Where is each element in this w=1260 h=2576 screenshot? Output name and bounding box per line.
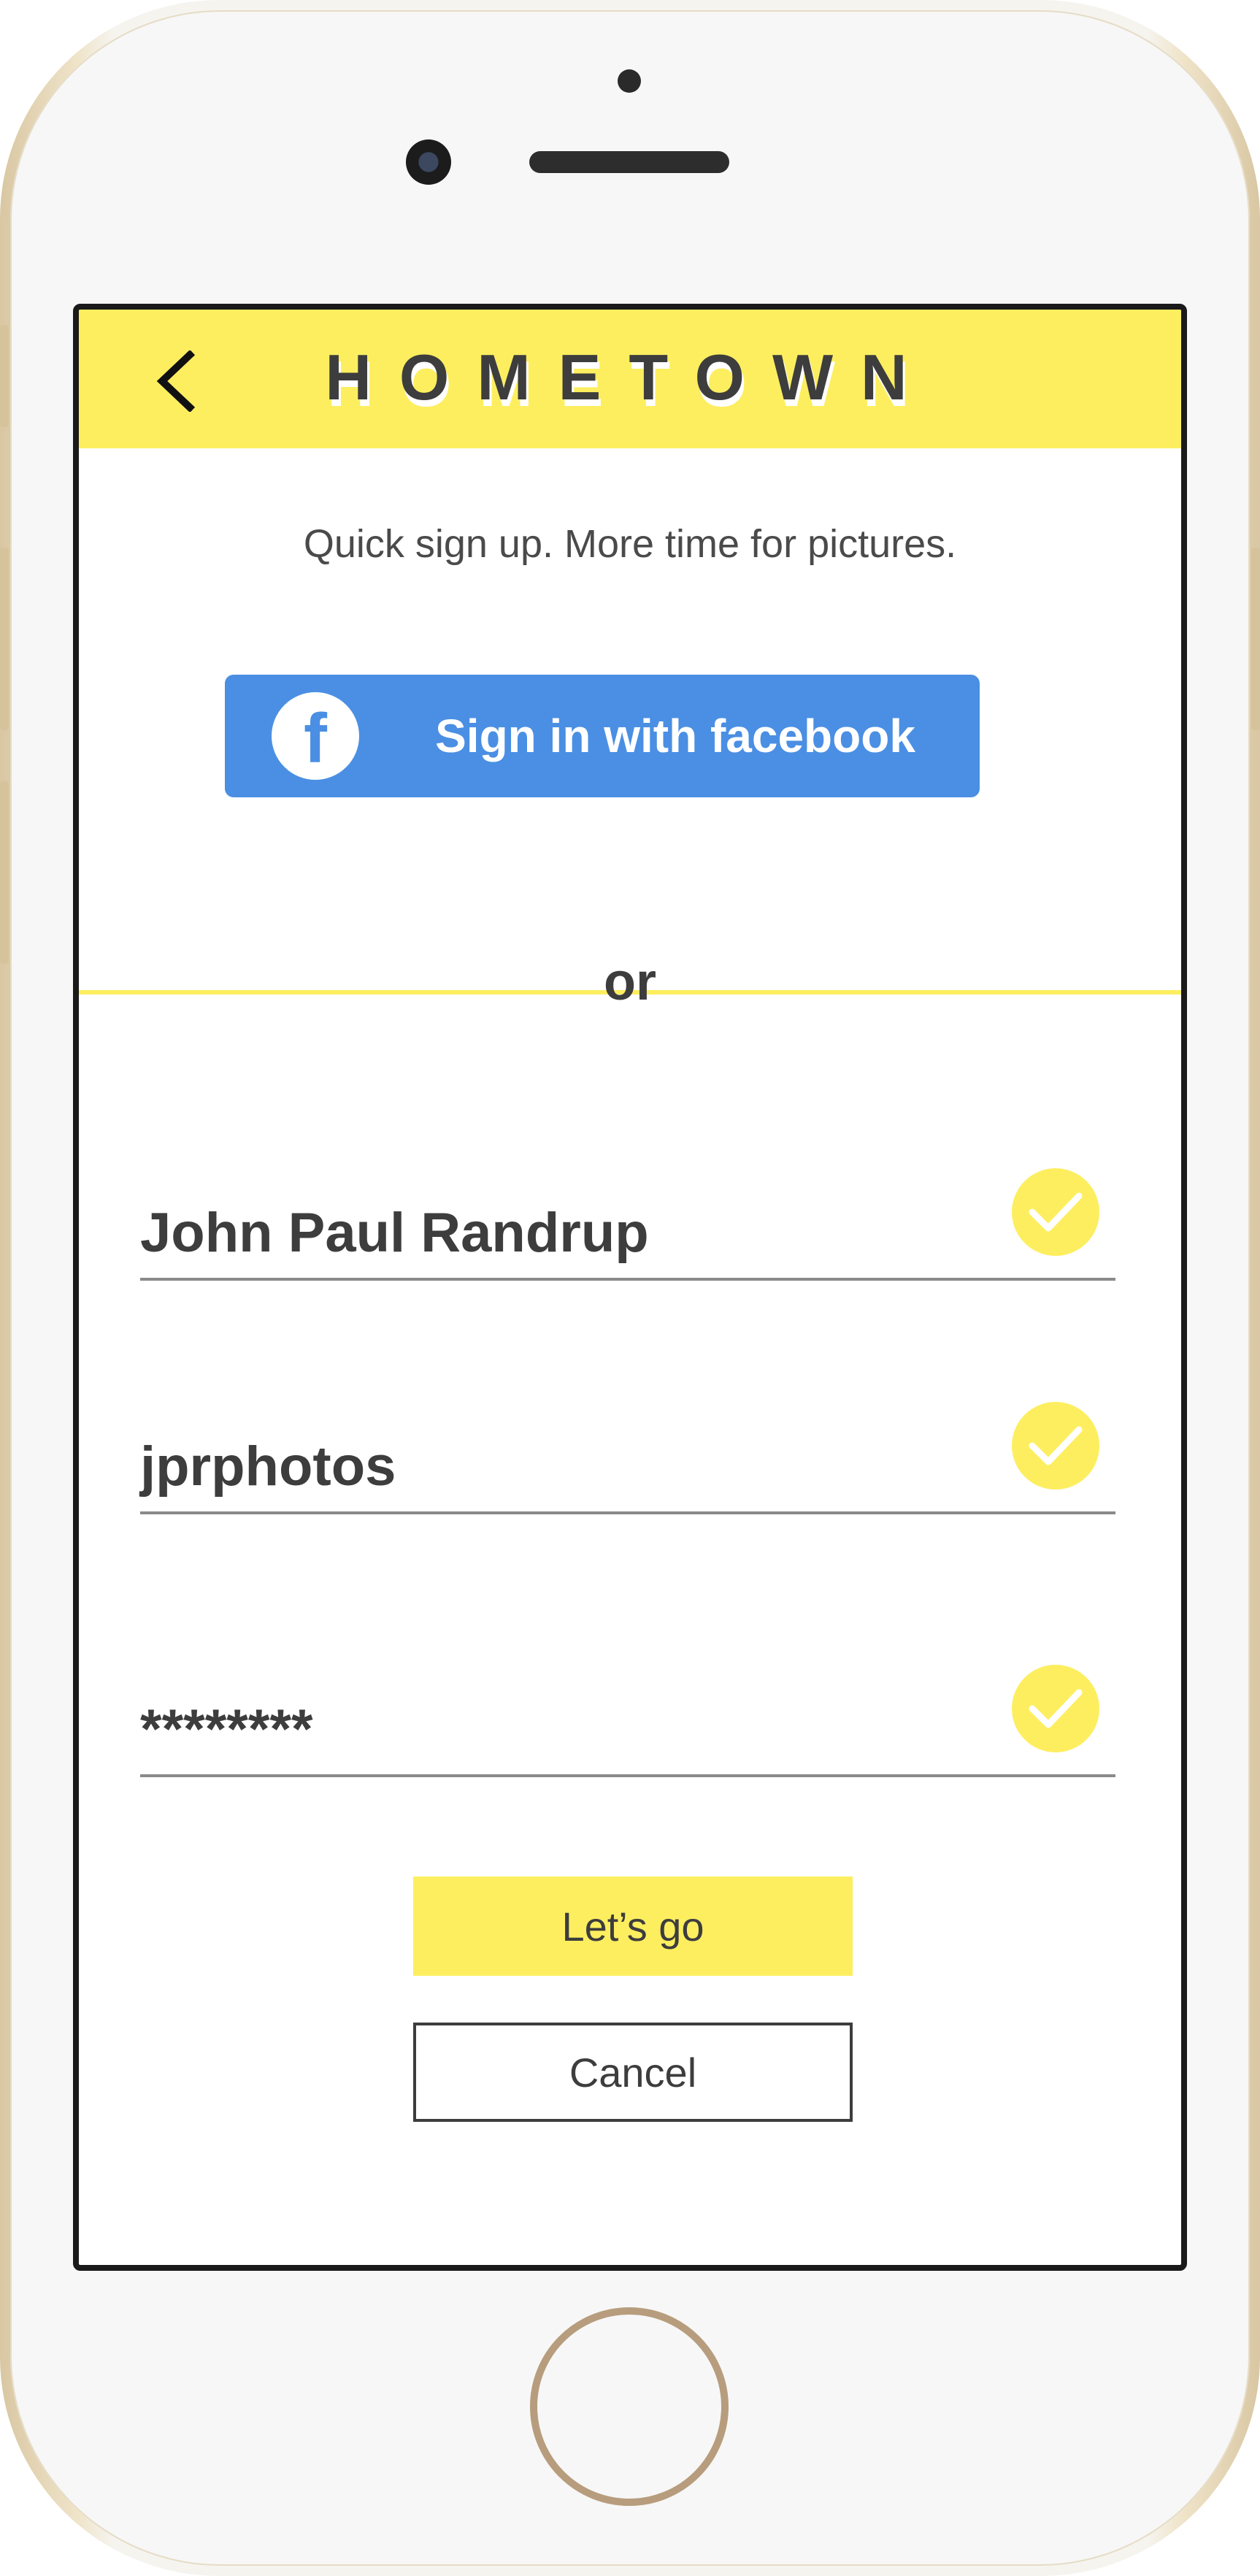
checkmark-icon: [1012, 1665, 1099, 1752]
facebook-icon-letter: f: [304, 699, 327, 778]
app-title: HOMETOWN: [325, 341, 935, 413]
proximity-sensor: [618, 69, 641, 93]
home-button[interactable]: [530, 2307, 729, 2506]
cancel-button[interactable]: Cancel: [413, 2023, 853, 2122]
facebook-signin-button[interactable]: f Sign in with facebook: [225, 675, 980, 797]
password-field-value: ********: [140, 1698, 313, 1760]
facebook-signin-label: Sign in with facebook: [435, 710, 915, 762]
divider-label: or: [604, 953, 656, 1011]
lets-go-button[interactable]: Let’s go: [413, 1877, 853, 1976]
app-header: HOMETOWN: [79, 310, 1181, 448]
checkmark-icon: [1012, 1168, 1099, 1256]
power-button: [1251, 548, 1260, 730]
username-field[interactable]: jprphotos: [140, 1402, 1115, 1514]
checkmark-icon: [1012, 1402, 1099, 1490]
field-underline: [140, 1278, 1115, 1281]
facebook-icon: f: [272, 692, 359, 780]
field-underline: [140, 1774, 1115, 1777]
username-field-value: jprphotos: [140, 1435, 396, 1498]
field-underline: [140, 1511, 1115, 1514]
tagline: Quick sign up. More time for pictures.: [303, 522, 957, 566]
front-camera-icon: [406, 139, 451, 185]
name-field-value: John Paul Randrup: [140, 1202, 649, 1264]
password-field[interactable]: ********: [140, 1665, 1115, 1777]
volume-down-button: [0, 781, 9, 964]
name-field[interactable]: John Paul Randrup: [140, 1168, 1115, 1281]
earpiece-speaker: [529, 151, 729, 173]
mute-switch: [0, 325, 9, 427]
volume-up-button: [0, 548, 9, 730]
app-screen: HOMETOWN Quick sign up. More time for pi…: [73, 304, 1187, 2271]
